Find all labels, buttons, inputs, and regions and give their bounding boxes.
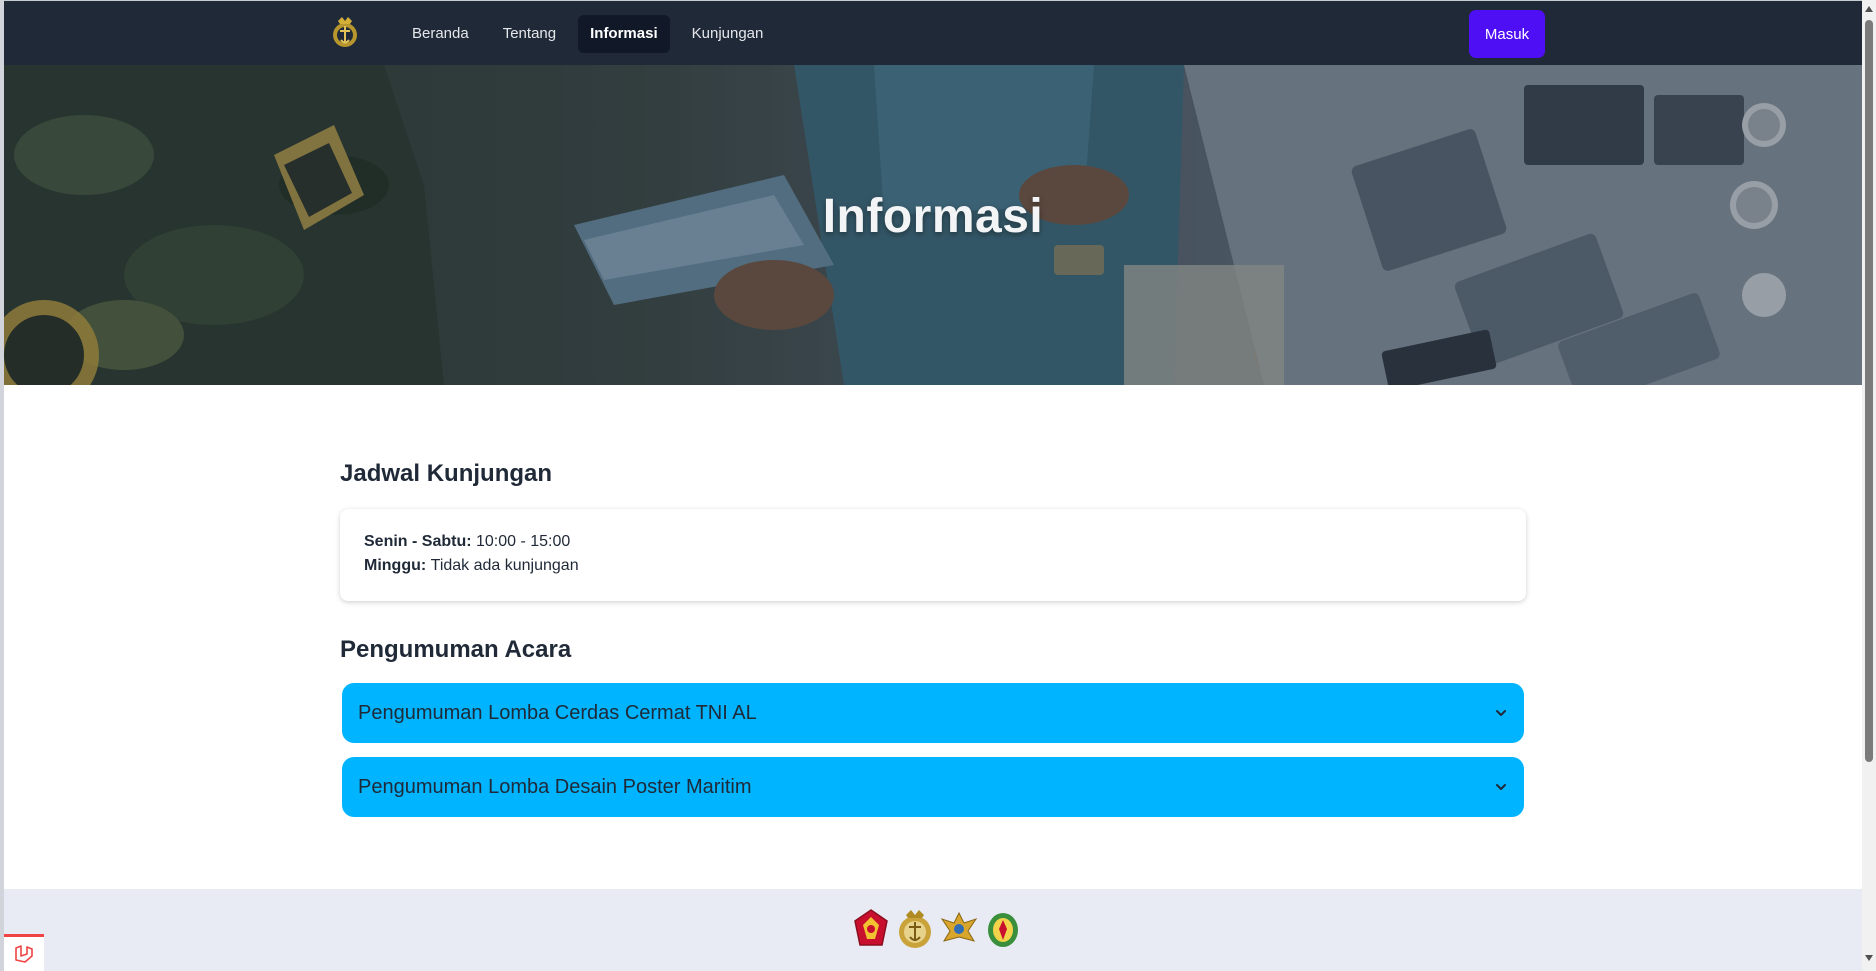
- footer: [4, 889, 1862, 971]
- navy-emblem-icon[interactable]: [330, 15, 360, 49]
- schedule-sunday-label: Minggu:: [364, 557, 431, 574]
- navy-emblem-icon: [899, 910, 931, 948]
- tni-emblem-icon: [854, 909, 888, 946]
- nav-link-kunjungan[interactable]: Kunjungan: [680, 15, 776, 53]
- schedule-row-sunday: Minggu: Tidak ada kunjungan: [364, 557, 579, 575]
- vertical-scrollbar[interactable]: [1862, 0, 1876, 971]
- footer-emblems: [852, 907, 1022, 951]
- schedule-card: Senin - Sabtu: 10:00 - 15:00 Minggu: Tid…: [340, 509, 1526, 601]
- nav-link-tentang[interactable]: Tentang: [491, 15, 568, 53]
- chevron-down-icon[interactable]: [1494, 706, 1508, 720]
- accordion-item-label: Pengumuman Lomba Desain Poster Maritim: [358, 776, 752, 798]
- schedule-row-weekday: Senin - Sabtu: 10:00 - 15:00: [364, 533, 570, 551]
- accordion-item[interactable]: Pengumuman Lomba Cerdas Cermat TNI AL: [342, 683, 1524, 743]
- accordion-item-label: Pengumuman Lomba Cerdas Cermat TNI AL: [358, 702, 757, 724]
- accordion-item[interactable]: Pengumuman Lomba Desain Poster Maritim: [342, 757, 1524, 817]
- nav-link-informasi[interactable]: Informasi: [578, 15, 670, 53]
- page-title: Informasi: [822, 190, 1044, 243]
- schedule-weekday-value: 10:00 - 15:00: [476, 533, 571, 550]
- announcements-heading: Pengumuman Acara: [340, 636, 572, 663]
- nav-links: Beranda Tentang Informasi Kunjungan: [400, 15, 775, 53]
- chevron-down-icon[interactable]: [1494, 780, 1508, 794]
- army-emblem-icon: [988, 913, 1018, 947]
- hero-banner: Informasi: [4, 65, 1862, 385]
- navbar: Beranda Tentang Informasi Kunjungan Masu…: [4, 1, 1862, 65]
- scroll-down-arrow-icon[interactable]: [1865, 955, 1873, 961]
- air-force-emblem-icon: [940, 911, 978, 942]
- debugbar-toggle-icon[interactable]: [4, 934, 44, 971]
- scrollbar-thumb[interactable]: [1865, 20, 1873, 762]
- schedule-weekday-label: Senin - Sabtu:: [364, 533, 476, 550]
- schedule-heading: Jadwal Kunjungan: [340, 460, 553, 487]
- scroll-up-arrow-icon[interactable]: [1865, 6, 1873, 12]
- schedule-sunday-value: Tidak ada kunjungan: [430, 557, 579, 574]
- nav-link-beranda[interactable]: Beranda: [400, 15, 481, 53]
- login-button[interactable]: Masuk: [1469, 10, 1545, 58]
